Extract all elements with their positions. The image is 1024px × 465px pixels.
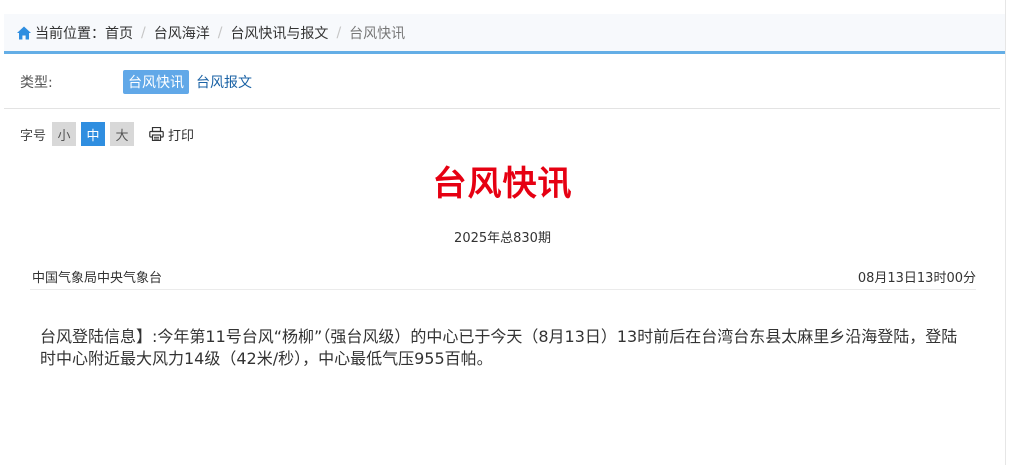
breadcrumb: 当前位置： 首页 / 台风海洋 / 台风快讯与报文 / 台风快讯: [4, 14, 1005, 54]
type-filter-label: 类型:: [20, 75, 53, 91]
document-meta: 中国气象局中央气象台 08月13日13时00分: [32, 265, 976, 287]
print-label: 打印: [168, 128, 195, 144]
breadcrumb-bulletins-link[interactable]: 台风快讯与报文: [230, 23, 328, 43]
home-icon: [16, 25, 32, 41]
divider: [30, 289, 976, 290]
breadcrumb-prefix: 当前位置：: [35, 25, 105, 42]
font-size-medium-button[interactable]: 中: [81, 122, 106, 146]
breadcrumb-home-link[interactable]: 首页: [105, 23, 133, 43]
page-frame: 当前位置： 首页 / 台风海洋 / 台风快讯与报文 / 台风快讯 类型: 台风快…: [0, 0, 1006, 465]
breadcrumb-separator: /: [141, 24, 146, 41]
issue-time: 08月13日13时00分: [857, 270, 976, 286]
font-size-large-button[interactable]: 大: [110, 122, 135, 146]
type-option-typhoon-flash[interactable]: 台风快讯: [123, 70, 189, 94]
font-size-controls: 字号 小 中 大 打印: [20, 122, 194, 146]
issue-number: 2025年总830期: [454, 231, 551, 246]
print-button[interactable]: 打印: [149, 125, 194, 144]
breadcrumb-separator: /: [217, 24, 223, 41]
divider: [4, 108, 1000, 109]
breadcrumb-current: 台风快讯: [349, 25, 406, 42]
breadcrumb-separator: /: [336, 24, 342, 41]
document-title: 台风快讯: [432, 164, 573, 204]
bulletin-body: 台风登陆信息】:今年第11号台风“杨柳”（强台风级）的中心已于今天（8月13日）…: [40, 327, 958, 368]
printer-icon: [149, 127, 164, 141]
type-filter: 类型: 台风快讯 台风报文: [20, 69, 1000, 95]
issuing-agency: 中国气象局中央气象台: [32, 270, 163, 286]
font-size-label: 字号: [20, 128, 47, 144]
breadcrumb-typhoon-ocean-link[interactable]: 台风海洋: [154, 23, 210, 43]
type-option-typhoon-report[interactable]: 台风报文: [196, 72, 252, 92]
font-size-small-button[interactable]: 小: [52, 122, 77, 146]
